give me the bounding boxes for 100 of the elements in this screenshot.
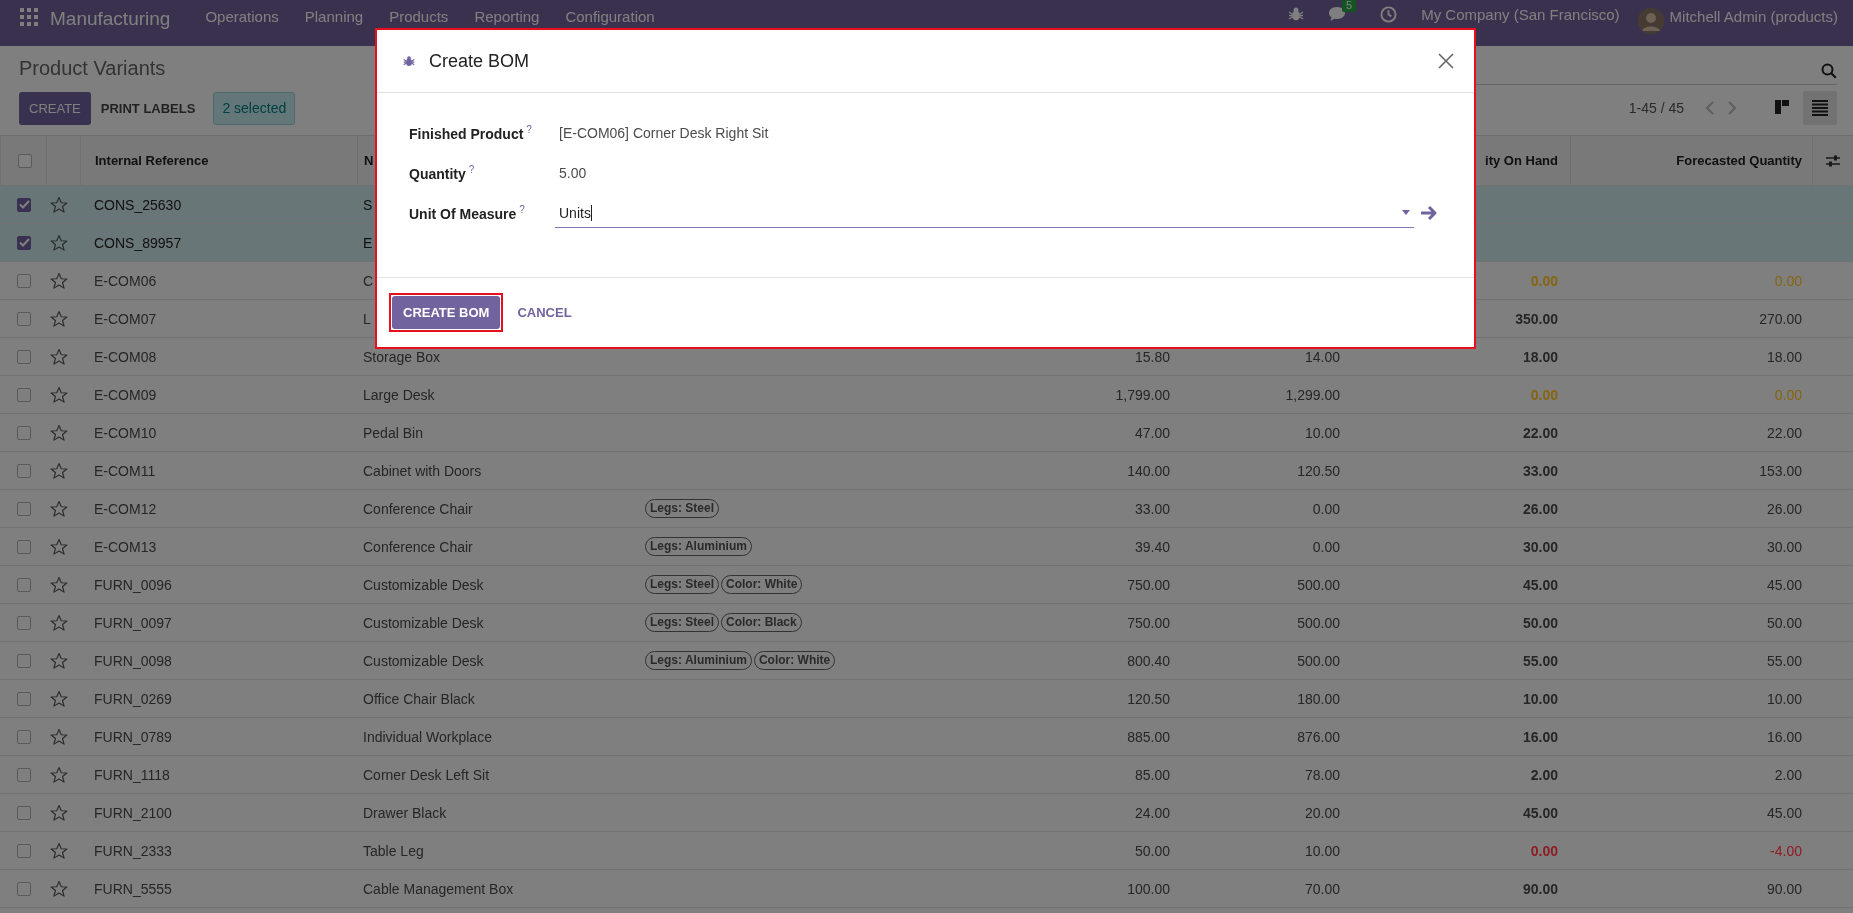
checkbox[interactable] <box>17 425 31 440</box>
close-button[interactable] <box>1438 53 1454 69</box>
search-icon[interactable] <box>1821 62 1837 79</box>
table-cell: 120.50 <box>1127 690 1170 707</box>
star-icon[interactable] <box>50 879 68 898</box>
star-icon[interactable] <box>50 575 68 594</box>
menu-item[interactable]: Reporting <box>461 8 553 25</box>
table-cell: 55.00 <box>1522 652 1558 669</box>
star-icon[interactable] <box>50 765 68 784</box>
checkbox[interactable] <box>17 615 31 630</box>
checkbox[interactable] <box>17 653 31 668</box>
star-icon[interactable] <box>50 651 68 670</box>
checkbox[interactable] <box>17 235 31 250</box>
pager-value[interactable]: 1-45 / 45 <box>1628 100 1684 116</box>
dropdown-caret-icon[interactable] <box>1402 210 1410 215</box>
table-cell: Customizable Desk <box>363 652 484 669</box>
star-icon[interactable] <box>50 499 68 518</box>
menu-item[interactable]: Planning <box>291 8 377 25</box>
table-cell: FURN_5555 <box>94 880 172 897</box>
star-icon[interactable] <box>50 613 68 632</box>
star-icon[interactable] <box>50 461 68 480</box>
bug-icon[interactable] <box>1288 6 1305 22</box>
table-cell: E-COM13 <box>94 538 157 555</box>
table-cell: 47.00 <box>1134 424 1170 441</box>
star-icon[interactable] <box>50 803 68 822</box>
table-cell: FURN_0098 <box>94 652 172 669</box>
table-cell: 50.00 <box>1134 842 1170 859</box>
table-cell: FURN_1118 <box>94 766 170 783</box>
checkbox[interactable] <box>17 843 31 858</box>
checkbox[interactable] <box>17 501 31 516</box>
checkbox[interactable] <box>17 349 31 364</box>
table-cell: CONS_89957 <box>94 234 182 251</box>
message-count-badge: 5 <box>1342 0 1357 12</box>
company-switcher[interactable]: My Company (San Francisco) <box>1421 6 1620 23</box>
column-settings-icon[interactable] <box>1826 154 1840 167</box>
table-cell: 350.00 <box>1515 310 1558 327</box>
table-cell: E-COM10 <box>94 424 157 441</box>
table-cell: 30.00 <box>1522 538 1558 555</box>
checkbox[interactable] <box>17 197 31 212</box>
help-mark[interactable]: ? <box>468 164 475 176</box>
star-icon[interactable] <box>50 727 68 746</box>
chat-icon[interactable] <box>1328 6 1347 22</box>
field-label: Unit Of Measure <box>409 205 517 222</box>
checkbox[interactable] <box>17 311 31 326</box>
print-labels-button[interactable]: PRINT LABELS <box>90 91 206 125</box>
star-icon[interactable] <box>50 841 68 860</box>
star-icon[interactable] <box>50 423 68 442</box>
star-icon[interactable] <box>50 309 68 328</box>
table-cell: L <box>363 310 371 327</box>
checkbox[interactable] <box>17 463 31 478</box>
checkbox[interactable] <box>18 153 32 168</box>
star-icon[interactable] <box>50 689 68 708</box>
checkbox[interactable] <box>17 729 31 744</box>
star-icon[interactable] <box>50 537 68 556</box>
checkbox[interactable] <box>17 577 31 592</box>
menu-item[interactable]: Configuration <box>552 8 668 25</box>
checkbox[interactable] <box>17 767 31 782</box>
clock-icon[interactable] <box>1380 6 1398 23</box>
help-mark[interactable]: ? <box>526 124 532 136</box>
table-cell: 750.00 <box>1127 614 1170 631</box>
column-header[interactable]: Internal Reference <box>95 153 209 168</box>
column-header[interactable]: Forecasted Quantity <box>1676 153 1802 168</box>
star-icon[interactable] <box>50 195 68 214</box>
column-header[interactable]: N <box>364 153 374 168</box>
field-value: [E-COM06] Corner Desk Right Sit <box>558 125 770 141</box>
create-button[interactable]: CREATE <box>19 91 91 125</box>
apps-grid-icon[interactable] <box>20 8 38 26</box>
star-icon[interactable] <box>50 271 68 290</box>
star-icon[interactable] <box>50 347 68 366</box>
checkbox[interactable] <box>17 387 31 402</box>
table-cell: 885.00 <box>1127 728 1170 745</box>
table-cell: 26.00 <box>1522 500 1558 517</box>
cancel-button[interactable]: CANCEL <box>506 296 583 329</box>
table-cell: 500.00 <box>1297 652 1340 669</box>
checkbox[interactable] <box>17 805 31 820</box>
user-menu[interactable]: Mitchell Admin (products) <box>1669 8 1838 25</box>
table-cell: 140.00 <box>1127 462 1170 479</box>
help-mark[interactable]: ? <box>519 204 525 216</box>
column-header[interactable]: ity On Hand <box>1485 153 1558 168</box>
menu-item[interactable]: Products <box>376 8 462 25</box>
unit-select-field[interactable]: Units <box>555 198 1414 228</box>
arrow-right-icon[interactable] <box>1420 205 1438 221</box>
table-cell: 39.40 <box>1134 538 1170 555</box>
table-cell: FURN_0269 <box>94 690 172 707</box>
list-view-button[interactable] <box>1803 91 1837 125</box>
checkbox[interactable] <box>17 881 31 896</box>
table-cell: FURN_2333 <box>94 842 172 859</box>
table-cell: 26.00 <box>1766 500 1802 517</box>
menu-item[interactable]: Operations <box>192 8 292 25</box>
checkbox[interactable] <box>17 539 31 554</box>
star-icon[interactable] <box>50 233 68 252</box>
checkbox[interactable] <box>17 273 31 288</box>
checkbox[interactable] <box>17 691 31 706</box>
table-cell: 16.00 <box>1766 728 1802 745</box>
table-cell: 750.00 <box>1127 576 1170 593</box>
table-cell: 22.00 <box>1766 424 1802 441</box>
create-bom-button[interactable]: CREATE BOM <box>392 296 501 329</box>
table-cell: 0.00 <box>1312 538 1340 555</box>
star-icon[interactable] <box>50 385 68 404</box>
table-cell: FURN_0096 <box>94 576 172 593</box>
